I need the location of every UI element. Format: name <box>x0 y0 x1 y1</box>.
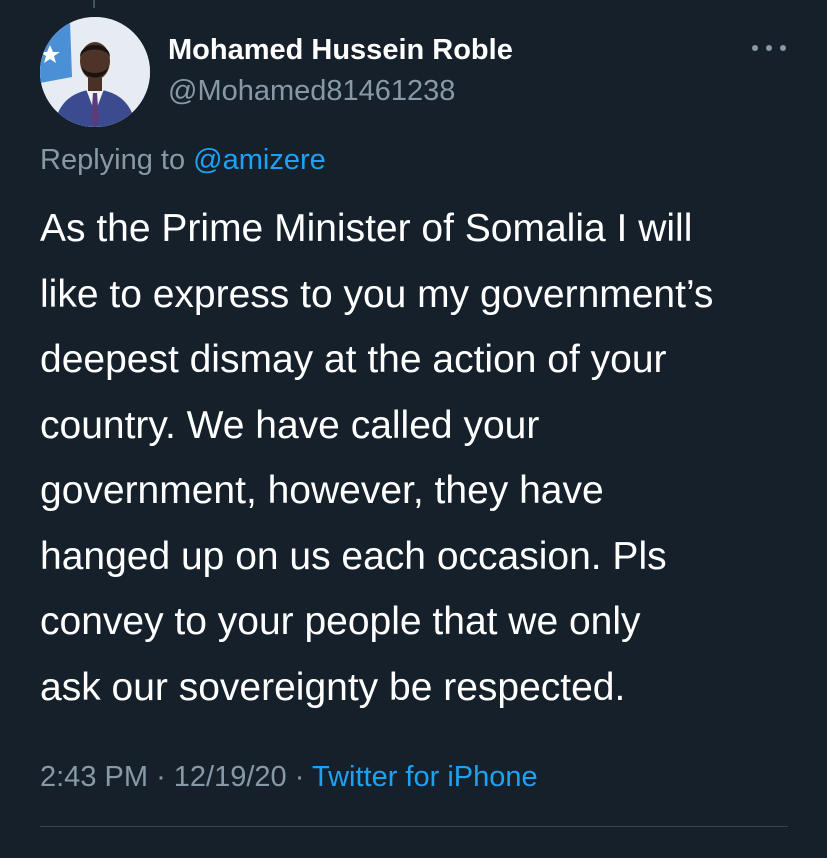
tweet-time: 2:43 PM <box>40 761 148 793</box>
tweet-date: 12/19/20 <box>173 761 287 793</box>
meta-separator: · <box>294 761 305 793</box>
tweet-text-line: country. We have called your <box>40 403 540 447</box>
tweet-text-line: As the Prime Minister of Somalia I will <box>40 207 693 250</box>
tweet-text-line: like to express to you my government’s <box>40 272 714 316</box>
author-name[interactable]: Mohamed Hussein Roble <box>168 34 513 67</box>
author-avatar[interactable] <box>40 17 150 127</box>
tweet-meta: 2:43 PM · 12/19/20 · Twitter for iPhone <box>40 761 538 794</box>
tweet-text-line: hanged up on us each occasion. Pls <box>40 534 667 578</box>
tweet-text-line: ask our sovereignty be respected. <box>40 665 626 709</box>
tweet-text-line: government, however, they have <box>40 469 604 512</box>
more-dot <box>752 45 758 51</box>
thread-connector-line <box>93 0 95 8</box>
meta-separator: · <box>156 761 166 793</box>
tweet-text-line: deepest dismay at the action of your <box>40 338 667 381</box>
author-handle[interactable]: @Mohamed81461238 <box>168 75 455 108</box>
more-options-icon[interactable] <box>752 38 786 58</box>
replying-prefix: Replying to <box>40 144 194 176</box>
tweet-source-link[interactable]: Twitter for iPhone <box>312 761 538 793</box>
more-dot <box>780 45 786 51</box>
replying-to: Replying to @amizere <box>40 144 326 177</box>
avatar-image <box>40 17 150 127</box>
divider <box>40 826 788 827</box>
replying-handle-link[interactable]: @amizere <box>193 144 326 176</box>
more-dot <box>766 45 772 51</box>
tweet-text: As the Prime Minister of Somalia I will … <box>40 196 800 720</box>
tweet-text-line: convey to your people that we only <box>40 600 641 643</box>
